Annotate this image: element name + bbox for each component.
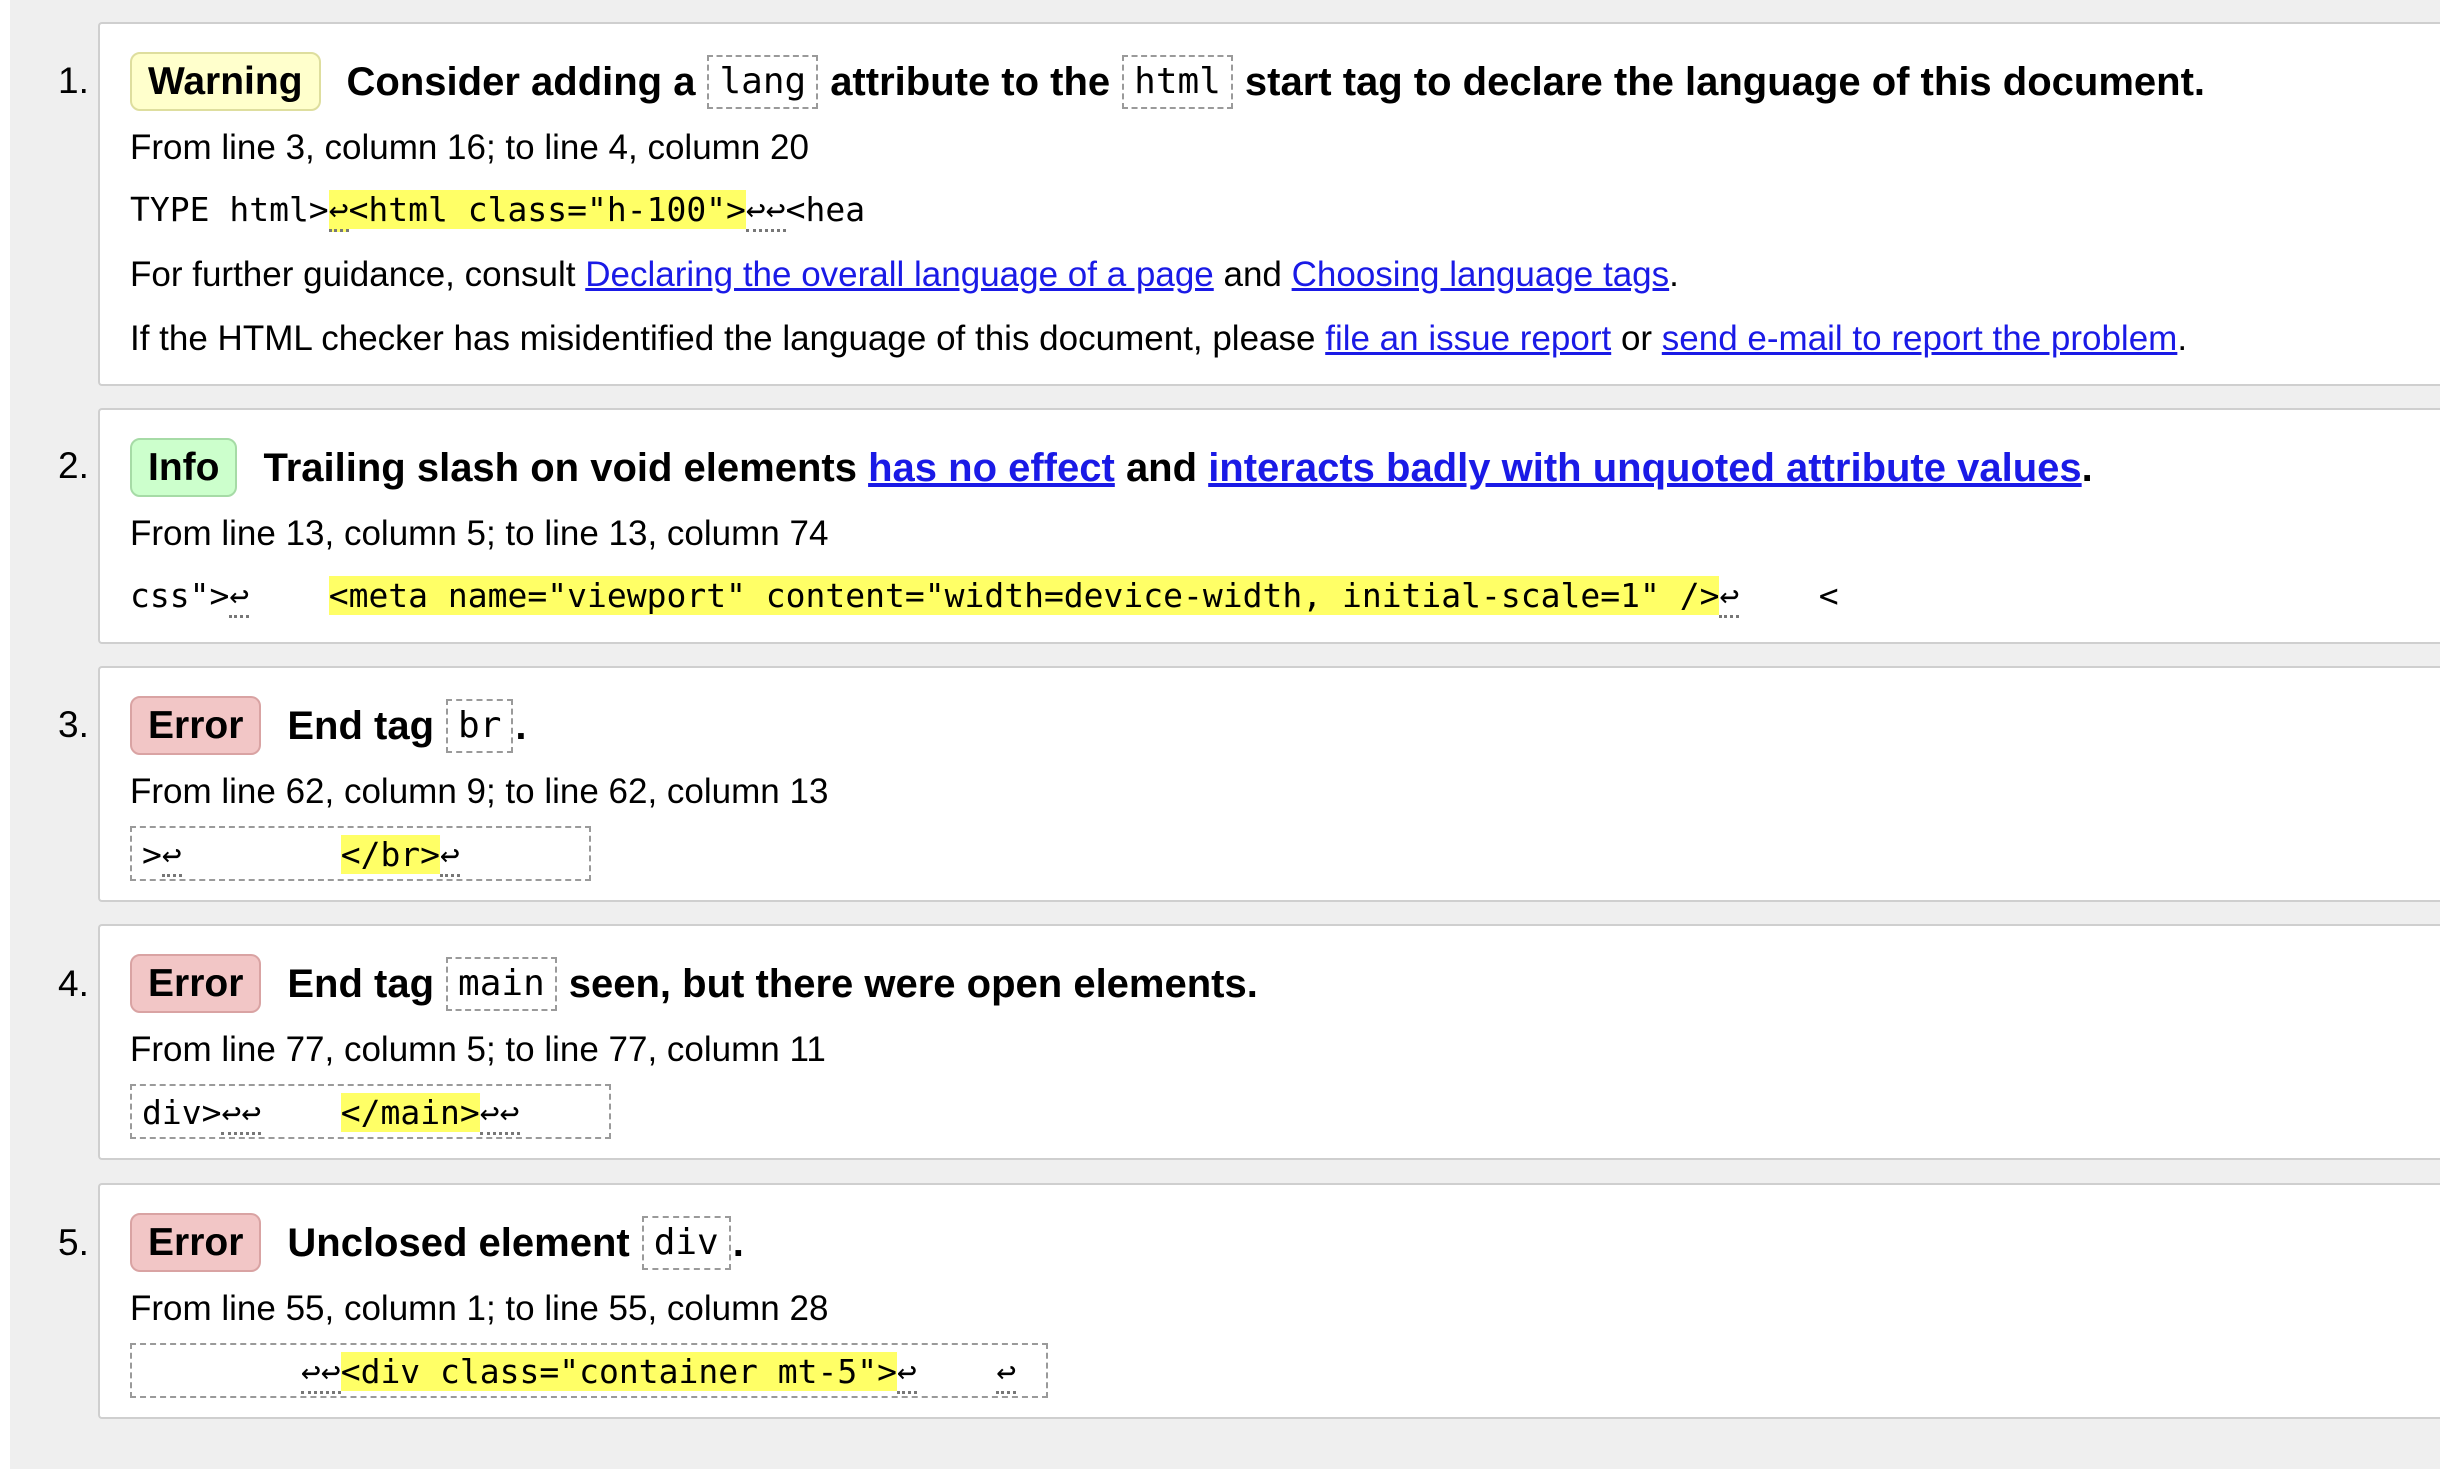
source-extract: ↩↩<div class="container mt-5">↩ ↩	[130, 1343, 1049, 1398]
heading-text: Consider adding a	[346, 59, 696, 104]
source-extract: div>↩↩ </main>↩↩	[130, 1084, 612, 1139]
code-main: main	[446, 956, 557, 1011]
heading-text: seen, but there were open elements.	[568, 961, 1258, 1006]
message-warning-lang: Warning Consider adding a lang attribute…	[98, 22, 2440, 386]
message-info-trailing-slash: Info Trailing slash on void elements has…	[98, 408, 2440, 644]
message-heading: Error End tag br.	[130, 696, 527, 755]
code-div: div	[641, 1215, 731, 1270]
link-interacts-badly[interactable]: interacts badly with unquoted attribute …	[1208, 448, 2081, 488]
error-badge: Error	[130, 696, 262, 755]
error-badge: Error	[130, 1213, 262, 1272]
heading-text: attribute to the	[830, 59, 1111, 104]
link-has-no-effect[interactable]: has no effect	[868, 448, 1115, 488]
message-error-end-tag-br: Error End tag br. From line 62, column 9…	[98, 666, 2440, 902]
location-text: From line 77, column 5; to line 77, colu…	[130, 1030, 826, 1069]
warning-badge: Warning	[130, 52, 321, 111]
link-file-issue[interactable]: file an issue report	[1325, 319, 1611, 358]
code-html: html	[1122, 54, 1233, 109]
link-send-email[interactable]: send e-mail to report the problem	[1662, 319, 2178, 358]
message-heading: Error End tag main seen, but there were …	[130, 954, 1258, 1013]
issue-report-text: If the HTML checker has misidentified th…	[130, 319, 2188, 358]
heading-text: Unclosed element	[287, 1220, 630, 1265]
message-number: 2.	[58, 445, 89, 486]
message-number: 1.	[58, 60, 89, 101]
guidance-text: For further guidance, consult Declaring …	[130, 255, 1679, 294]
message-number: 5.	[58, 1222, 89, 1263]
message-number: 4.	[58, 963, 89, 1004]
message-number: 3.	[58, 704, 89, 745]
link-choosing-language-tags[interactable]: Choosing language tags	[1292, 255, 1670, 294]
message-error-unclosed-div: Error Unclosed element div. From line 55…	[98, 1183, 2440, 1419]
message-heading: Warning Consider adding a lang attribute…	[130, 52, 2205, 111]
heading-text: End tag	[287, 961, 435, 1006]
location-text: From line 3, column 16; to line 4, colum…	[130, 128, 809, 167]
link-declaring-language[interactable]: Declaring the overall language of a page	[585, 255, 1214, 294]
source-extract: >↩ </br>↩	[130, 826, 592, 881]
source-extract: css">↩ <meta name="viewport" content="wi…	[130, 576, 1839, 618]
info-badge: Info	[130, 438, 238, 497]
code-lang: lang	[707, 54, 819, 109]
heading-text: start tag to declare the language of thi…	[1244, 59, 2206, 104]
source-extract: TYPE html>↩<html class="h-100">↩↩<hea	[130, 190, 865, 232]
message-heading: Info Trailing slash on void elements has…	[130, 438, 2093, 497]
location-text: From line 62, column 9; to line 62, colu…	[130, 772, 829, 811]
location-text: From line 13, column 5; to line 13, colu…	[130, 514, 829, 553]
code-br: br	[446, 698, 514, 753]
message-error-end-tag-main: Error End tag main seen, but there were …	[98, 924, 2440, 1160]
error-badge: Error	[130, 954, 262, 1013]
location-text: From line 55, column 1; to line 55, colu…	[130, 1289, 829, 1328]
heading-text: Trailing slash on void elements	[263, 445, 857, 490]
message-heading: Error Unclosed element div.	[130, 1213, 744, 1272]
heading-text: End tag	[287, 703, 435, 748]
